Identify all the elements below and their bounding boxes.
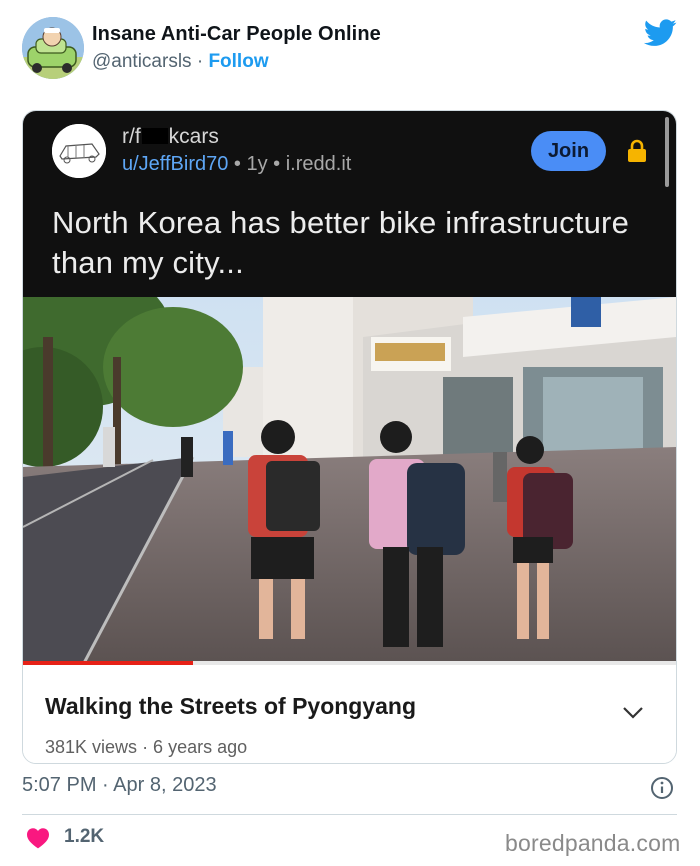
subreddit-prefix: r/f xyxy=(122,125,141,148)
join-button[interactable]: Join xyxy=(531,131,606,171)
video-info-panel: Walking the Streets of Pyongyang 381K vi… xyxy=(23,665,676,763)
post-title: North Korea has better bike infrastructu… xyxy=(52,205,630,280)
reddit-username[interactable]: u/JeffBird70 xyxy=(122,153,228,175)
redaction-bar xyxy=(141,128,168,144)
info-icon[interactable] xyxy=(650,776,674,800)
video-title[interactable]: Walking the Streets of Pyongyang xyxy=(45,693,416,720)
avatar-image xyxy=(22,17,84,79)
scrollbar[interactable] xyxy=(665,117,669,187)
post-domain[interactable]: i.redd.it xyxy=(286,153,352,175)
like-count[interactable]: 1.2K xyxy=(64,826,104,848)
watermark: boredpanda.com xyxy=(505,830,681,856)
reddit-post-header: r/f kcars u/JeffBird70 • 1y • i.redd.it J… xyxy=(23,111,676,297)
subreddit-logo-icon xyxy=(52,124,106,178)
handle-separator: · xyxy=(191,51,209,72)
handle-row: @anticarsls · Follow xyxy=(92,51,269,73)
avatar[interactable] xyxy=(22,17,84,79)
video-views: 381K views xyxy=(45,737,138,757)
follow-button[interactable]: Follow xyxy=(208,51,268,72)
video-age: · 6 years ago xyxy=(137,737,248,757)
street-photo xyxy=(23,267,676,666)
subreddit-avatar[interactable] xyxy=(52,124,106,178)
tweet-timestamp[interactable]: 5:07 PM · Apr 8, 2023 xyxy=(22,774,217,797)
subreddit-name[interactable]: r/f kcars xyxy=(122,125,219,149)
display-name[interactable]: Insane Anti-Car People Online xyxy=(92,23,381,46)
twitter-bird-icon[interactable] xyxy=(644,18,677,48)
subreddit-suffix: kcars xyxy=(168,125,219,148)
post-meta: u/JeffBird70 • 1y • i.redd.it xyxy=(122,153,351,176)
video-thumbnail[interactable] xyxy=(23,267,676,666)
heart-icon[interactable] xyxy=(26,827,50,849)
post-age: • 1y • xyxy=(228,153,286,175)
chevron-down-icon[interactable] xyxy=(621,705,645,721)
handle[interactable]: @anticarsls xyxy=(92,51,192,72)
lock-icon xyxy=(628,139,646,162)
embedded-media-card[interactable]: r/f kcars u/JeffBird70 • 1y • i.redd.it J… xyxy=(22,110,677,764)
video-meta: 381K views · 6 years ago xyxy=(45,737,247,758)
divider xyxy=(22,814,677,815)
